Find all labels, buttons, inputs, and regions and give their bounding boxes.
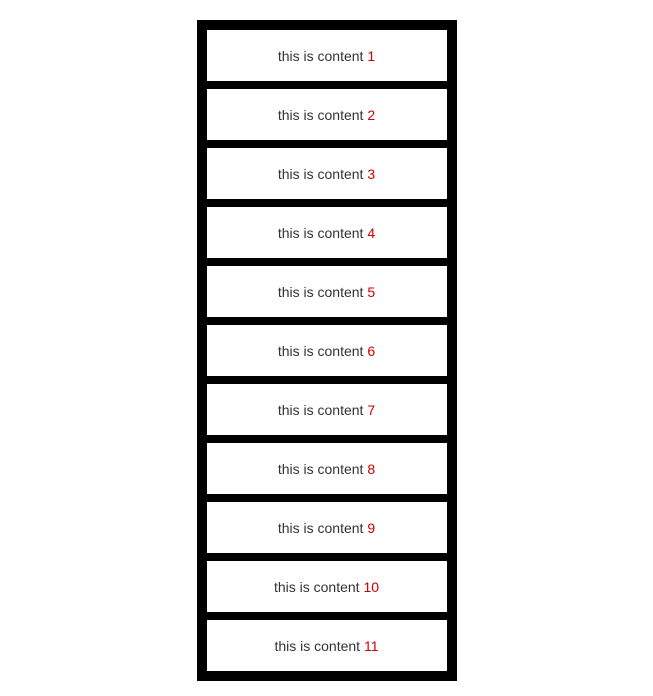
content-label: this is content 7 — [278, 402, 375, 418]
list-item[interactable]: this is content 4 — [205, 205, 449, 260]
content-number: 11 — [364, 638, 379, 654]
content-label: this is content 10 — [274, 579, 379, 595]
content-label: this is content 6 — [278, 343, 375, 359]
content-label: this is content 8 — [278, 461, 375, 477]
content-number: 3 — [367, 166, 375, 182]
content-number: 1 — [367, 48, 375, 64]
list-item[interactable]: this is content 3 — [205, 146, 449, 201]
content-number: 6 — [367, 343, 375, 359]
content-label: this is content 2 — [278, 107, 375, 123]
list-item[interactable]: this is content 9 — [205, 500, 449, 555]
content-label: this is content 11 — [274, 638, 378, 654]
content-number: 9 — [367, 520, 375, 536]
content-number: 8 — [367, 461, 375, 477]
content-label: this is content 1 — [278, 48, 375, 64]
list-item[interactable]: this is content 10 — [205, 559, 449, 614]
content-number: 2 — [367, 107, 375, 123]
list-item[interactable]: this is content 6 — [205, 323, 449, 378]
content-label: this is content 3 — [278, 166, 375, 182]
content-label: this is content 4 — [278, 225, 375, 241]
list-item[interactable]: this is content 5 — [205, 264, 449, 319]
list-item[interactable]: this is content 1 — [205, 28, 449, 83]
content-number: 5 — [367, 284, 375, 300]
content-label: this is content 5 — [278, 284, 375, 300]
content-list: this is content 1 this is content 2 this i… — [197, 20, 457, 681]
list-item[interactable]: this is content 11 — [205, 618, 449, 673]
list-item[interactable]: this is content 7 — [205, 382, 449, 437]
content-number: 4 — [367, 225, 375, 241]
content-number: 7 — [367, 402, 375, 418]
list-item[interactable]: this is content 8 — [205, 441, 449, 496]
content-label: this is content 9 — [278, 520, 375, 536]
content-number: 10 — [363, 579, 379, 595]
list-item[interactable]: this is content 2 — [205, 87, 449, 142]
